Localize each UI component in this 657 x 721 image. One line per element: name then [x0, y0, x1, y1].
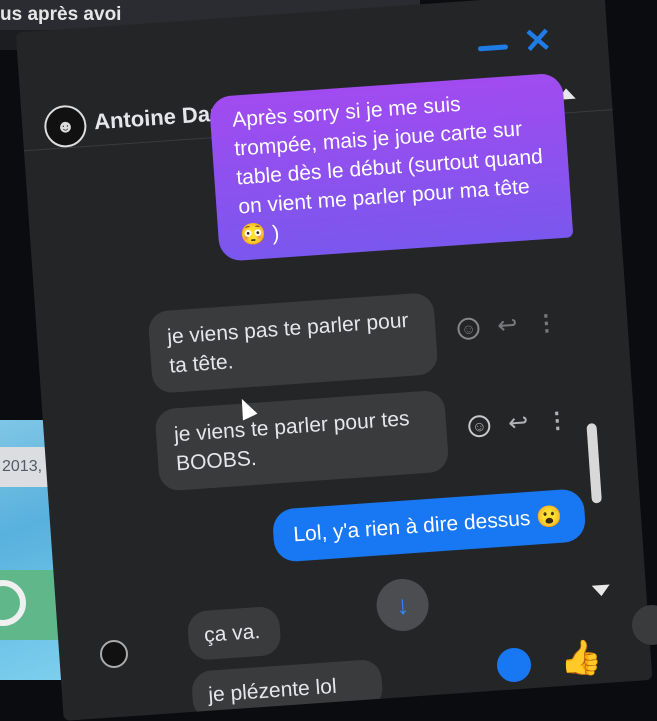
contact-avatar[interactable]: ☻: [42, 103, 88, 149]
close-icon[interactable]: ✕: [522, 21, 553, 61]
minimize-button[interactable]: [477, 44, 509, 52]
chat-window: ☻ Antoine Daniel Privé ⌄ ✕ Après sorry s…: [15, 0, 653, 721]
react-emoji-icon[interactable]: ☺: [456, 316, 481, 340]
message-actions-1: ☺ ↩ ⋮: [456, 308, 558, 344]
message-incoming-4[interactable]: je plézente lol: [190, 658, 384, 721]
message-outgoing-2[interactable]: Lol, y'a rien à dire dessus 😮: [271, 488, 587, 563]
sender-avatar: [100, 640, 128, 668]
reply-icon[interactable]: ↩: [496, 310, 518, 340]
scroll-down-arrow[interactable]: [591, 584, 611, 597]
reply-icon[interactable]: ↩: [507, 408, 529, 438]
more-options-icon[interactable]: ⋮: [534, 309, 558, 336]
message-incoming-3[interactable]: ça va.: [186, 605, 282, 661]
message-outgoing-1[interactable]: Après sorry si je me suis trompée, mais …: [208, 72, 574, 262]
like-icon[interactable]: 👍: [560, 638, 602, 678]
scroll-to-bottom-button[interactable]: ↓: [374, 577, 431, 633]
scrollbar-thumb[interactable]: [586, 423, 602, 504]
more-options-icon[interactable]: ⋮: [545, 407, 569, 434]
message-actions-2: ☺ ↩ ⋮: [467, 405, 569, 441]
emoji-icon[interactable]: [497, 648, 531, 682]
message-incoming-2[interactable]: je viens te parler pour tes BOOBS.: [154, 389, 450, 492]
message-incoming-1[interactable]: je viens pas te parler pour ta tête.: [147, 292, 439, 394]
react-emoji-icon[interactable]: ☺: [467, 413, 492, 438]
